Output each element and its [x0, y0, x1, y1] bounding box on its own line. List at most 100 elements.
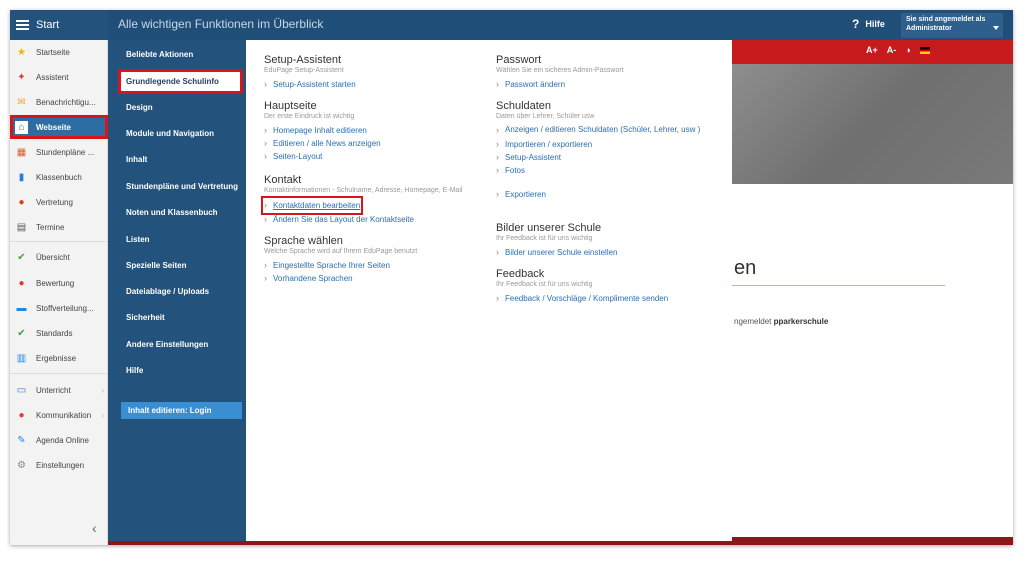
menu-item-spezielle-seiten[interactable]: Spezielle Seiten — [118, 255, 243, 275]
link-homepage-inhalt-editieren[interactable]: Homepage Inhalt editieren — [264, 124, 489, 137]
contrast-icon[interactable]: ◑ — [905, 45, 910, 55]
menu-item-andere-einstellungen[interactable]: Andere Einstellungen — [118, 334, 243, 354]
link-passwort-aendern[interactable]: Passwort ändern — [496, 78, 711, 91]
section-kontakt: Kontakt Kontaktinformationen - Schulname… — [260, 174, 489, 226]
link-schuldaten-editieren[interactable]: Anzeigen / editieren Schuldaten (Schüler… — [496, 125, 711, 135]
menu-item-stundenplaene-vertretung[interactable]: Stundenpläne und Vertretung — [118, 176, 243, 196]
preview-username: pparkerschule — [773, 317, 829, 326]
sidebar-item-agenda-online[interactable]: ✎ Agenda Online — [10, 430, 108, 450]
sidebar-item-uebersicht[interactable]: ✔ Übersicht — [10, 247, 108, 267]
top-bar: Start Alle wichtigen Funktionen im Überb… — [10, 10, 1013, 40]
sidebar-item-benachrichtigungen[interactable]: ✉ Benachrichtigu... — [10, 92, 108, 112]
menu-item-listen[interactable]: Listen — [118, 229, 243, 249]
content-panel: Setup-Assistent EduPage Setup-Assistent … — [246, 40, 732, 545]
link-vorhandene-sprachen[interactable]: Vorhandene Sprachen — [264, 272, 489, 285]
font-bigger-button[interactable]: A+ — [866, 45, 878, 55]
sidebar-item-kommunikation[interactable]: ● Kommunikation › — [10, 405, 108, 425]
menu-item-dateiablage[interactable]: Dateiablage / Uploads — [118, 281, 243, 301]
sidebar-item-vertretung[interactable]: ● Vertretung — [10, 192, 108, 212]
sidebar-item-ergebnisse[interactable]: ▥ Ergebnisse — [10, 348, 108, 368]
sidebar-item-label: Ergebnisse — [36, 353, 77, 363]
menu-item-hilfe[interactable]: Hilfe — [118, 360, 243, 380]
start-label: Start — [36, 19, 60, 31]
help-button[interactable]: ? Hilfe — [852, 17, 885, 31]
link-exportieren[interactable]: Exportieren — [496, 188, 711, 201]
section-bilder-unserer-schule: Bilder unserer Schule Ihr Feedback ist f… — [496, 222, 711, 259]
menu-item-noten-klassenbuch[interactable]: Noten und Klassenbuch — [118, 202, 243, 222]
sidebar-item-assistent[interactable]: ✦ Assistent — [10, 67, 108, 87]
chevron-down-icon — [993, 26, 999, 30]
envelope-icon: ✉ — [17, 96, 26, 108]
gear-icon: ⚙ — [17, 459, 26, 471]
menu-item-module-navigation[interactable]: Module und Navigation — [118, 123, 243, 143]
sidebar-item-stundenplaene[interactable]: ▦ Stundenpläne ... — [10, 142, 108, 162]
preview-text-prefix: ngemeldet — [734, 317, 772, 326]
footer-bar — [108, 541, 1013, 545]
sidebar-item-standards[interactable]: ✔ Standards — [10, 323, 108, 343]
link-seiten-layout[interactable]: Seiten-Layout — [264, 150, 489, 163]
link-bilder-einstellen[interactable]: Bilder unserer Schule einstellen — [496, 246, 711, 259]
menu-item-grundlegende-schulinfo[interactable]: Grundlegende Schulinfo — [118, 69, 243, 94]
link-news-editieren[interactable]: Editieren / alle News anzeigen — [264, 137, 489, 150]
link-eingestellte-sprache[interactable]: Eingestellte Sprache Ihrer Seiten — [264, 259, 489, 272]
hamburger-icon — [16, 20, 29, 30]
bar-chart-icon: ▥ — [16, 352, 27, 364]
accessibility-tools: A+ A- ◑ — [866, 45, 930, 55]
sidebar-item-startseite[interactable]: ★ Startseite — [10, 42, 108, 62]
section-title: Schuldaten — [496, 100, 552, 112]
section-schuldaten: Schuldaten Daten über Lehrer, Schüler us… — [496, 100, 711, 201]
sidebar-item-label: Termine — [36, 222, 65, 232]
sidebar: ★ Startseite ✦ Assistent ✉ Benachrichtig… — [10, 40, 108, 545]
sidebar-item-klassenbuch[interactable]: ▮ Klassenbuch — [10, 167, 108, 187]
user-menu[interactable]: Sie sind angemeldet als Administrator — [901, 13, 1003, 38]
preview-heading: en — [734, 257, 757, 279]
section-title: Sprache wählen — [264, 235, 343, 247]
menu-item-design[interactable]: Design — [118, 97, 243, 117]
sidebar-item-label: Benachrichtigu... — [36, 97, 96, 107]
distribution-icon: ▬ — [16, 302, 27, 314]
font-smaller-button[interactable]: A- — [887, 45, 897, 55]
sidebar-item-label: Kommunikation — [36, 410, 92, 420]
user-status-text: Sie sind angemeldet als — [906, 16, 986, 23]
menu-item-sicherheit[interactable]: Sicherheit — [118, 307, 243, 327]
sidebar-item-label: Stundenpläne ... — [36, 147, 95, 157]
link-kontaktdaten-bearbeiten[interactable]: Kontaktdaten bearbeiten — [264, 199, 360, 212]
section-title: Kontakt — [264, 174, 302, 186]
sidebar-item-bewertung[interactable]: ● Bewertung — [10, 273, 108, 293]
menu-item-inhalt[interactable]: Inhalt — [118, 149, 243, 169]
check-circle-icon: ✔ — [17, 251, 26, 263]
section-description: EduPage Setup-Assistent — [264, 67, 344, 74]
link-importieren-exportieren[interactable]: Importieren / exportieren — [496, 138, 711, 151]
preview-header-bar: A+ A- ◑ — [732, 40, 1013, 64]
link-kontaktseite-layout[interactable]: Ändern Sie das Layout der Kontaktseite — [264, 213, 489, 226]
link-feedback-senden[interactable]: Feedback / Vorschläge / Komplimente send… — [496, 292, 711, 305]
sidebar-item-stoffverteilung[interactable]: ▬ Stoffverteilung... — [10, 298, 108, 318]
help-label: Hilfe — [865, 19, 885, 29]
help-icon: ? — [852, 17, 860, 31]
section-title: Bilder unserer Schule — [496, 222, 602, 234]
divider — [732, 285, 945, 286]
pen-icon: ✎ — [17, 434, 26, 446]
start-menu-button[interactable]: Start — [10, 10, 108, 40]
edit-content-login-button[interactable]: Inhalt editieren: Login — [121, 402, 242, 419]
page-title: Alle wichtigen Funktionen im Überblick — [118, 17, 324, 31]
sidebar-item-unterricht[interactable]: ▭ Unterricht › — [10, 380, 108, 400]
menu-item-beliebte-aktionen[interactable]: Beliebte Aktionen — [118, 44, 243, 64]
link-setup-assistent[interactable]: Setup-Assistent — [496, 151, 711, 164]
sidebar-item-einstellungen[interactable]: ⚙ Einstellungen — [10, 455, 108, 475]
link-setup-assistent-starten[interactable]: Setup-Assistent starten — [264, 78, 489, 91]
star-icon: ★ — [17, 46, 26, 58]
grade-icon: ● — [18, 277, 25, 289]
sidebar-item-termine[interactable]: ▤ Termine — [10, 217, 108, 237]
sidebar-item-webseite[interactable]: ⌂ Webseite — [10, 115, 108, 139]
sidebar-item-label: Klassenbuch — [36, 172, 82, 182]
sidebar-item-label: Standards — [36, 328, 73, 338]
link-fotos[interactable]: Fotos — [496, 164, 711, 177]
german-flag-icon[interactable] — [919, 46, 930, 54]
section-description: Ihr Feedback ist für uns wichtig — [496, 235, 593, 242]
user-role: Administrator — [906, 25, 952, 32]
sidebar-item-label: Assistent — [36, 72, 69, 82]
chat-icon: ● — [18, 409, 25, 421]
book-icon: ▮ — [18, 171, 25, 183]
collapse-sidebar-icon[interactable]: ‹ — [92, 520, 97, 536]
